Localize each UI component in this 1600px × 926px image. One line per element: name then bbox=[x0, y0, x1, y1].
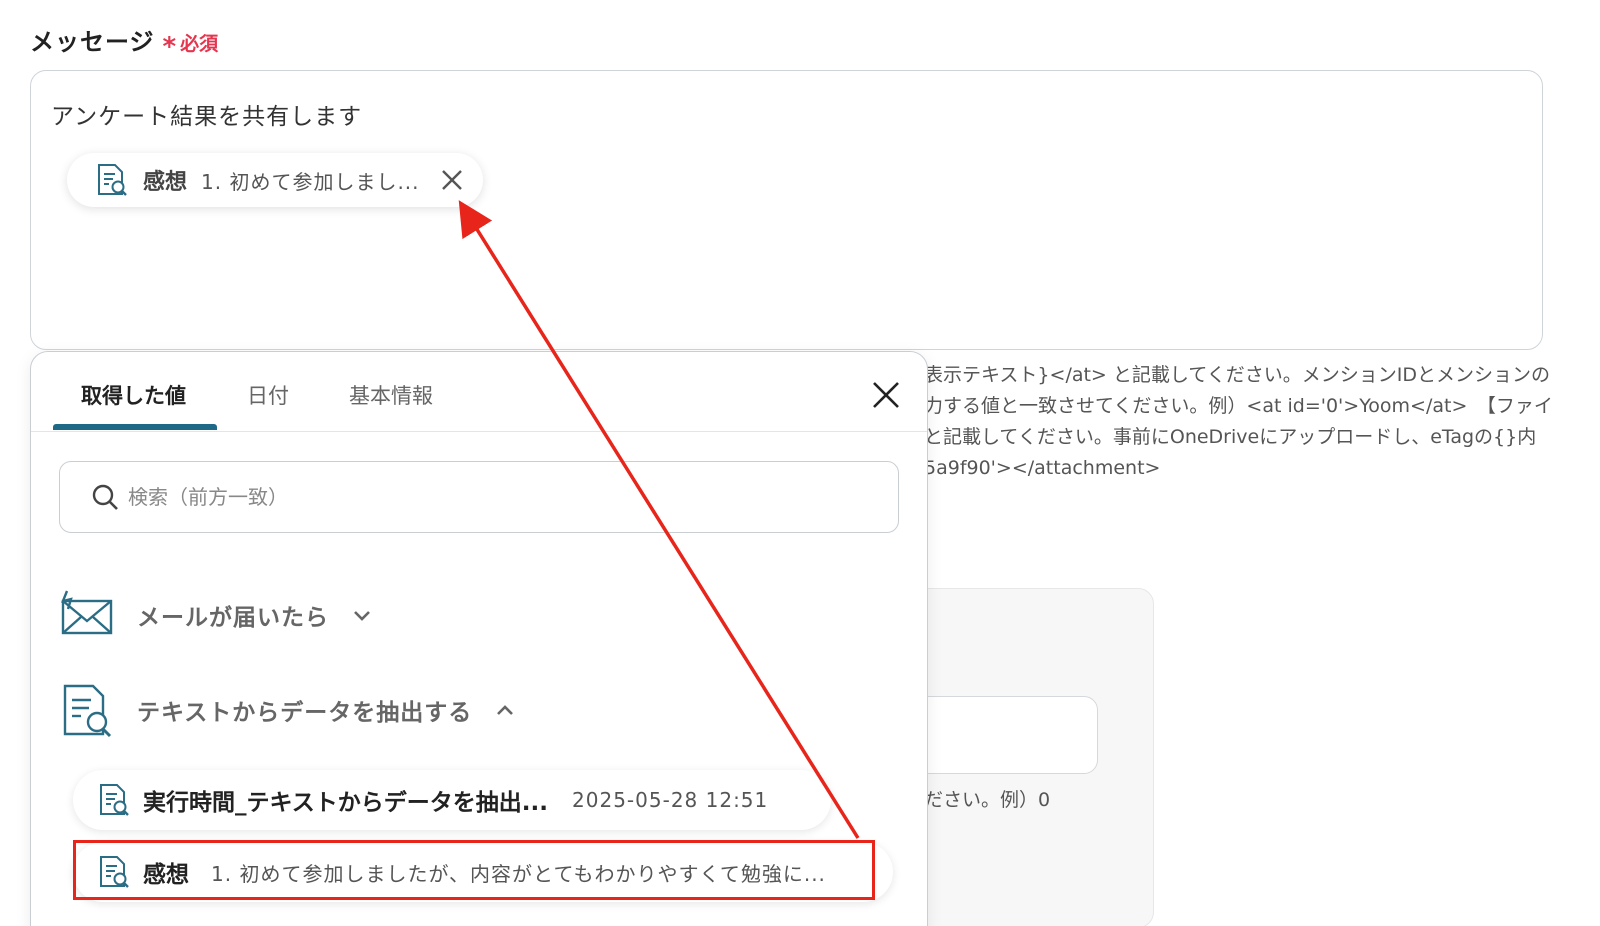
tab-date[interactable]: 日付 bbox=[247, 380, 289, 410]
item-date: 2025-05-28 12:51 bbox=[572, 788, 769, 812]
document-search-icon bbox=[100, 784, 129, 816]
document-search-icon bbox=[63, 684, 112, 738]
section-title: メールが届いたら bbox=[137, 605, 329, 631]
mail-icon bbox=[61, 590, 113, 635]
tab-basic-info[interactable]: 基本情報 bbox=[349, 380, 433, 410]
background-hint: ださい。例）0 bbox=[924, 789, 1051, 811]
required-badge: * 必須 bbox=[163, 29, 219, 62]
background-input[interactable] bbox=[900, 696, 1098, 774]
document-search-icon bbox=[98, 164, 127, 196]
active-tab-indicator bbox=[53, 424, 217, 430]
required-star: * bbox=[162, 32, 177, 62]
help-line: 5a9f90'></attachment> bbox=[924, 457, 1161, 479]
variable-picker-panel: 取得した値 日付 基本情報 メールが届いたら bbox=[30, 351, 928, 926]
chevron-up-icon bbox=[497, 705, 514, 715]
section-email-received[interactable]: メールが届いたら bbox=[59, 587, 373, 643]
variable-chip[interactable]: 感想 1. 初めて参加しまし... bbox=[67, 153, 483, 207]
message-text: アンケート結果を共有します bbox=[51, 104, 363, 130]
search-input[interactable] bbox=[128, 485, 828, 509]
help-line: 表示テキスト}</at> と記載してください。メンションIDとメンションの bbox=[924, 364, 1550, 386]
chip-title: 感想 bbox=[143, 170, 188, 195]
item-title: 感想 bbox=[143, 862, 189, 888]
search-icon bbox=[92, 484, 118, 510]
field-label-text: メッセージ bbox=[30, 28, 155, 56]
value-item-impression[interactable]: 感想 1. 初めて参加しましたが、内容がとてもわかりやすくて勉強に... bbox=[73, 842, 893, 902]
document-search-icon bbox=[100, 856, 129, 888]
value-item-execution-time[interactable]: 実行時間_テキストからデータを抽出... 2025-05-28 12:51 bbox=[73, 770, 831, 830]
tab-bar: 取得した値 日付 基本情報 bbox=[31, 352, 927, 432]
item-value: 1. 初めて参加しましたが、内容がとてもわかりやすくて勉強に... bbox=[211, 861, 826, 886]
message-field-label: メッセージ * 必須 bbox=[30, 22, 218, 62]
close-icon[interactable] bbox=[869, 378, 903, 412]
chip-close-icon[interactable] bbox=[439, 167, 465, 193]
help-line: 力する値と一致させてください。例）<at id='0'>Yoom</at> 【フ… bbox=[924, 395, 1553, 417]
tab-retrieved-values[interactable]: 取得した値 bbox=[81, 380, 186, 410]
chip-value: 1. 初めて参加しまし... bbox=[201, 169, 420, 194]
help-line: と記載してください。事前にOneDriveにアップロードし、eTagの{}内 bbox=[924, 426, 1537, 448]
field-help-text: 表示テキスト}</at> と記載してください。メンションIDとメンションの 力す… bbox=[924, 360, 1564, 484]
message-textarea[interactable]: アンケート結果を共有します 感想 1. 初めて参加しまし... bbox=[30, 70, 1543, 350]
item-title: 実行時間_テキストからデータを抽出... bbox=[143, 790, 549, 816]
section-title: テキストからデータを抽出する bbox=[137, 700, 473, 726]
section-extract-data[interactable]: テキストからデータを抽出する bbox=[59, 682, 516, 738]
search-box[interactable] bbox=[59, 461, 899, 533]
chevron-down-icon bbox=[354, 611, 370, 621]
required-text: 必須 bbox=[180, 33, 219, 55]
